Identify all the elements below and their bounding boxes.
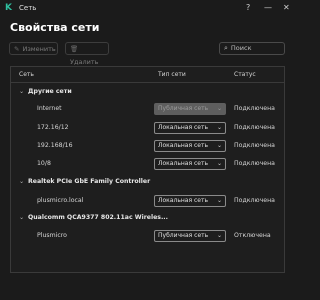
network-type-dropdown[interactable]: Локальная сеть ⌄	[154, 122, 226, 134]
group-label: Realtek PCIe GbE Family Controller	[28, 178, 151, 185]
edit-label: Изменить	[22, 45, 56, 53]
network-status: Подключена	[234, 160, 275, 167]
search-placeholder: Поиск	[230, 44, 252, 52]
edit-button[interactable]: ✎ Изменить	[9, 42, 58, 55]
network-name: plusmicro.local	[37, 197, 84, 204]
group-label: Другие сети	[28, 88, 72, 95]
network-type-value: Локальная сеть	[158, 124, 208, 131]
chevron-down-icon: ⌄	[216, 142, 222, 149]
group-qualcomm[interactable]: ⌄ Qualcomm QCA9377 802.11ac Wireles...	[19, 214, 168, 221]
network-name: 172.16/12	[37, 124, 69, 131]
kaspersky-logo-icon: K	[5, 3, 12, 13]
column-header-type[interactable]: Тип сети	[158, 67, 186, 82]
network-type-dropdown[interactable]: Локальная сеть ⌄	[154, 140, 226, 152]
chevron-down-icon[interactable]: ⌄	[19, 178, 28, 185]
network-type-value: Публичная сеть	[158, 232, 209, 239]
chevron-down-icon: ⌄	[216, 197, 222, 204]
chevron-down-icon: ⌄	[216, 160, 222, 167]
trash-icon: 🗑	[70, 45, 79, 53]
chevron-down-icon: ⌄	[216, 232, 222, 239]
footer-area	[0, 280, 296, 300]
network-type-value: Публичная сеть	[158, 105, 209, 112]
network-type-dropdown[interactable]: Публичная сеть ⌄	[154, 230, 226, 242]
delete-button[interactable]: 🗑 Удалить	[65, 42, 109, 66]
help-button[interactable]: ?	[246, 2, 250, 14]
network-name: 10/8	[37, 160, 51, 167]
network-type-dropdown[interactable]: Локальная сеть ⌄	[154, 195, 226, 207]
networks-table: Сеть Тип сети Статус ⌄ Другие сети Intern…	[10, 66, 285, 273]
search-icon: ⌕	[224, 44, 228, 52]
network-status: Подключена	[234, 124, 275, 131]
network-name: 192.168/16	[37, 142, 73, 149]
network-status: Подключена	[234, 142, 275, 149]
group-other-networks[interactable]: ⌄ Другие сети	[19, 88, 72, 95]
group-realtek[interactable]: ⌄ Realtek PCIe GbE Family Controller	[19, 178, 150, 185]
column-header-network[interactable]: Сеть	[19, 67, 34, 82]
network-name: Internet	[37, 105, 62, 112]
search-input[interactable]: ⌕ Поиск	[219, 42, 285, 55]
page-title: Свойства сети	[10, 21, 100, 34]
network-name: Plusmicro	[37, 232, 67, 239]
chevron-down-icon: ⌄	[216, 124, 222, 131]
delete-label: Удалить	[70, 58, 99, 66]
network-type-dropdown: Публичная сеть ⌄	[154, 103, 226, 115]
network-status: Отключена	[234, 232, 271, 239]
title-bar: K Сеть ? — ✕	[0, 0, 296, 16]
table-header: Сеть Тип сети Статус	[11, 67, 284, 83]
group-label: Qualcomm QCA9377 802.11ac Wireles...	[28, 214, 169, 221]
network-status: Подключена	[234, 105, 275, 112]
chevron-down-icon[interactable]: ⌄	[19, 88, 28, 95]
network-status: Подключена	[234, 197, 275, 204]
network-type-dropdown[interactable]: Локальная сеть ⌄	[154, 158, 226, 170]
chevron-down-icon: ⌄	[216, 105, 222, 112]
network-type-value: Локальная сеть	[158, 160, 208, 167]
network-type-value: Локальная сеть	[158, 142, 208, 149]
network-type-value: Локальная сеть	[158, 197, 208, 204]
minimize-button[interactable]: —	[264, 2, 272, 14]
window-title: Сеть	[19, 4, 37, 12]
pencil-icon: ✎	[14, 45, 20, 53]
chevron-down-icon[interactable]: ⌄	[19, 214, 28, 221]
column-header-status[interactable]: Статус	[234, 67, 256, 82]
close-button[interactable]: ✕	[283, 2, 290, 14]
